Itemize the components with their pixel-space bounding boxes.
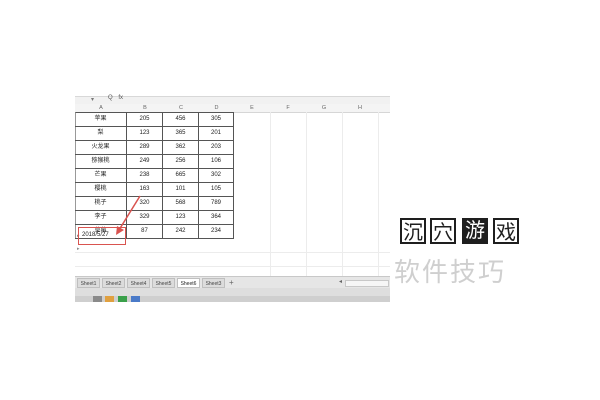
cell-name[interactable]: 苹果 [75,112,127,126]
sheet-tab[interactable]: Sheet1 [77,278,100,288]
row-marker-icon: ▸ [77,246,80,252]
table-row: 樱桃 163 101 105 [75,182,234,197]
cell-value[interactable]: 123 [127,126,163,140]
cell-value[interactable]: 256 [163,154,199,168]
cell-name[interactable]: 火龙果 [75,140,127,154]
cell-value[interactable]: 87 [127,224,163,238]
cell-value[interactable]: 568 [163,196,199,210]
cell-value[interactable]: 665 [163,168,199,182]
cell-value[interactable]: 201 [199,126,234,140]
gridline [75,266,390,267]
column-header-h[interactable]: H [342,104,379,113]
sheet-tab[interactable]: Sheet2 [102,278,125,288]
table-row: 苹果 205 456 305 [75,112,234,127]
sheet-tab[interactable]: Sheet3 [202,278,225,288]
table-row: 李子 329 123 364 [75,210,234,225]
table-row: 桃子 320 568 789 [75,196,234,211]
cell-name[interactable]: 芒果 [75,168,127,182]
cell-name[interactable]: 李子 [75,210,127,224]
taskbar [75,296,390,302]
browser-icon[interactable] [131,296,140,302]
cell-name[interactable]: 桃子 [75,196,127,210]
formula-icons: Q fx [108,95,127,101]
cell-value[interactable]: 163 [127,182,163,196]
watermark-text: 软件技巧 [394,258,507,288]
cell-value[interactable]: 456 [163,112,199,126]
app-icon[interactable] [93,296,102,302]
cell-value[interactable]: 320 [127,196,163,210]
fx-icon[interactable]: fx [118,95,123,101]
cell-value[interactable]: 101 [163,182,199,196]
namebox-dropdown-icon[interactable]: ▾ [91,96,94,103]
cell-value[interactable]: 289 [127,140,163,154]
sheet-tab[interactable]: Sheet4 [127,278,150,288]
column-header-g[interactable]: G [306,104,343,113]
cell-value[interactable]: 123 [163,210,199,224]
cell-value[interactable]: 364 [199,210,234,224]
cell-value[interactable]: 365 [163,126,199,140]
cell-value[interactable]: 106 [199,154,234,168]
spreadsheet-app-icon[interactable] [118,296,127,302]
spreadsheet-grid[interactable]: A B C D E F G H I J 苹果 205 456 305 梨 123… [75,104,390,276]
cell-name[interactable]: 猕猴桃 [75,154,127,168]
cell-value[interactable]: 305 [199,112,234,126]
cell-value[interactable]: 302 [199,168,234,182]
cell-name[interactable]: 梨 [75,126,127,140]
status-bar [75,288,390,296]
horizontal-scrollbar[interactable] [345,280,389,287]
cell-value[interactable]: 242 [163,224,199,238]
table-row: 火龙果 289 362 203 [75,140,234,155]
watermark-logo: 沉 穴 游 戏 [398,214,522,246]
zoom-icon[interactable]: Q [108,95,113,101]
cell-value[interactable]: 205 [127,112,163,126]
sheet-tab[interactable]: Sheet5 [152,278,175,288]
gridline [75,252,390,253]
annotation-box [78,227,126,245]
watermark-logo-char: 穴 [430,218,456,244]
watermark-logo-char: 戏 [493,218,519,244]
table-row: 芒果 238 665 302 [75,168,234,183]
cell-value[interactable]: 234 [199,224,234,238]
sheet-tab-active[interactable]: Sheet6 [177,278,200,288]
cell-value[interactable]: 203 [199,140,234,154]
cell-value[interactable]: 789 [199,196,234,210]
table-row: 猕猴桃 249 256 106 [75,154,234,169]
watermark-logo-char: 游 [462,218,488,244]
scroll-left-icon[interactable]: ◂ [339,278,342,285]
cell-value[interactable]: 329 [127,210,163,224]
column-header-e[interactable]: E [234,104,271,113]
cell-value[interactable]: 362 [163,140,199,154]
column-header-i[interactable]: I [378,104,390,113]
column-header-f[interactable]: F [270,104,307,113]
cell-value[interactable]: 238 [127,168,163,182]
cell-value[interactable]: 105 [199,182,234,196]
table-row: 梨 123 365 201 [75,126,234,141]
folder-icon[interactable] [105,296,114,302]
cell-name[interactable]: 樱桃 [75,182,127,196]
watermark-logo-char: 沉 [400,218,426,244]
cell-value[interactable]: 249 [127,154,163,168]
